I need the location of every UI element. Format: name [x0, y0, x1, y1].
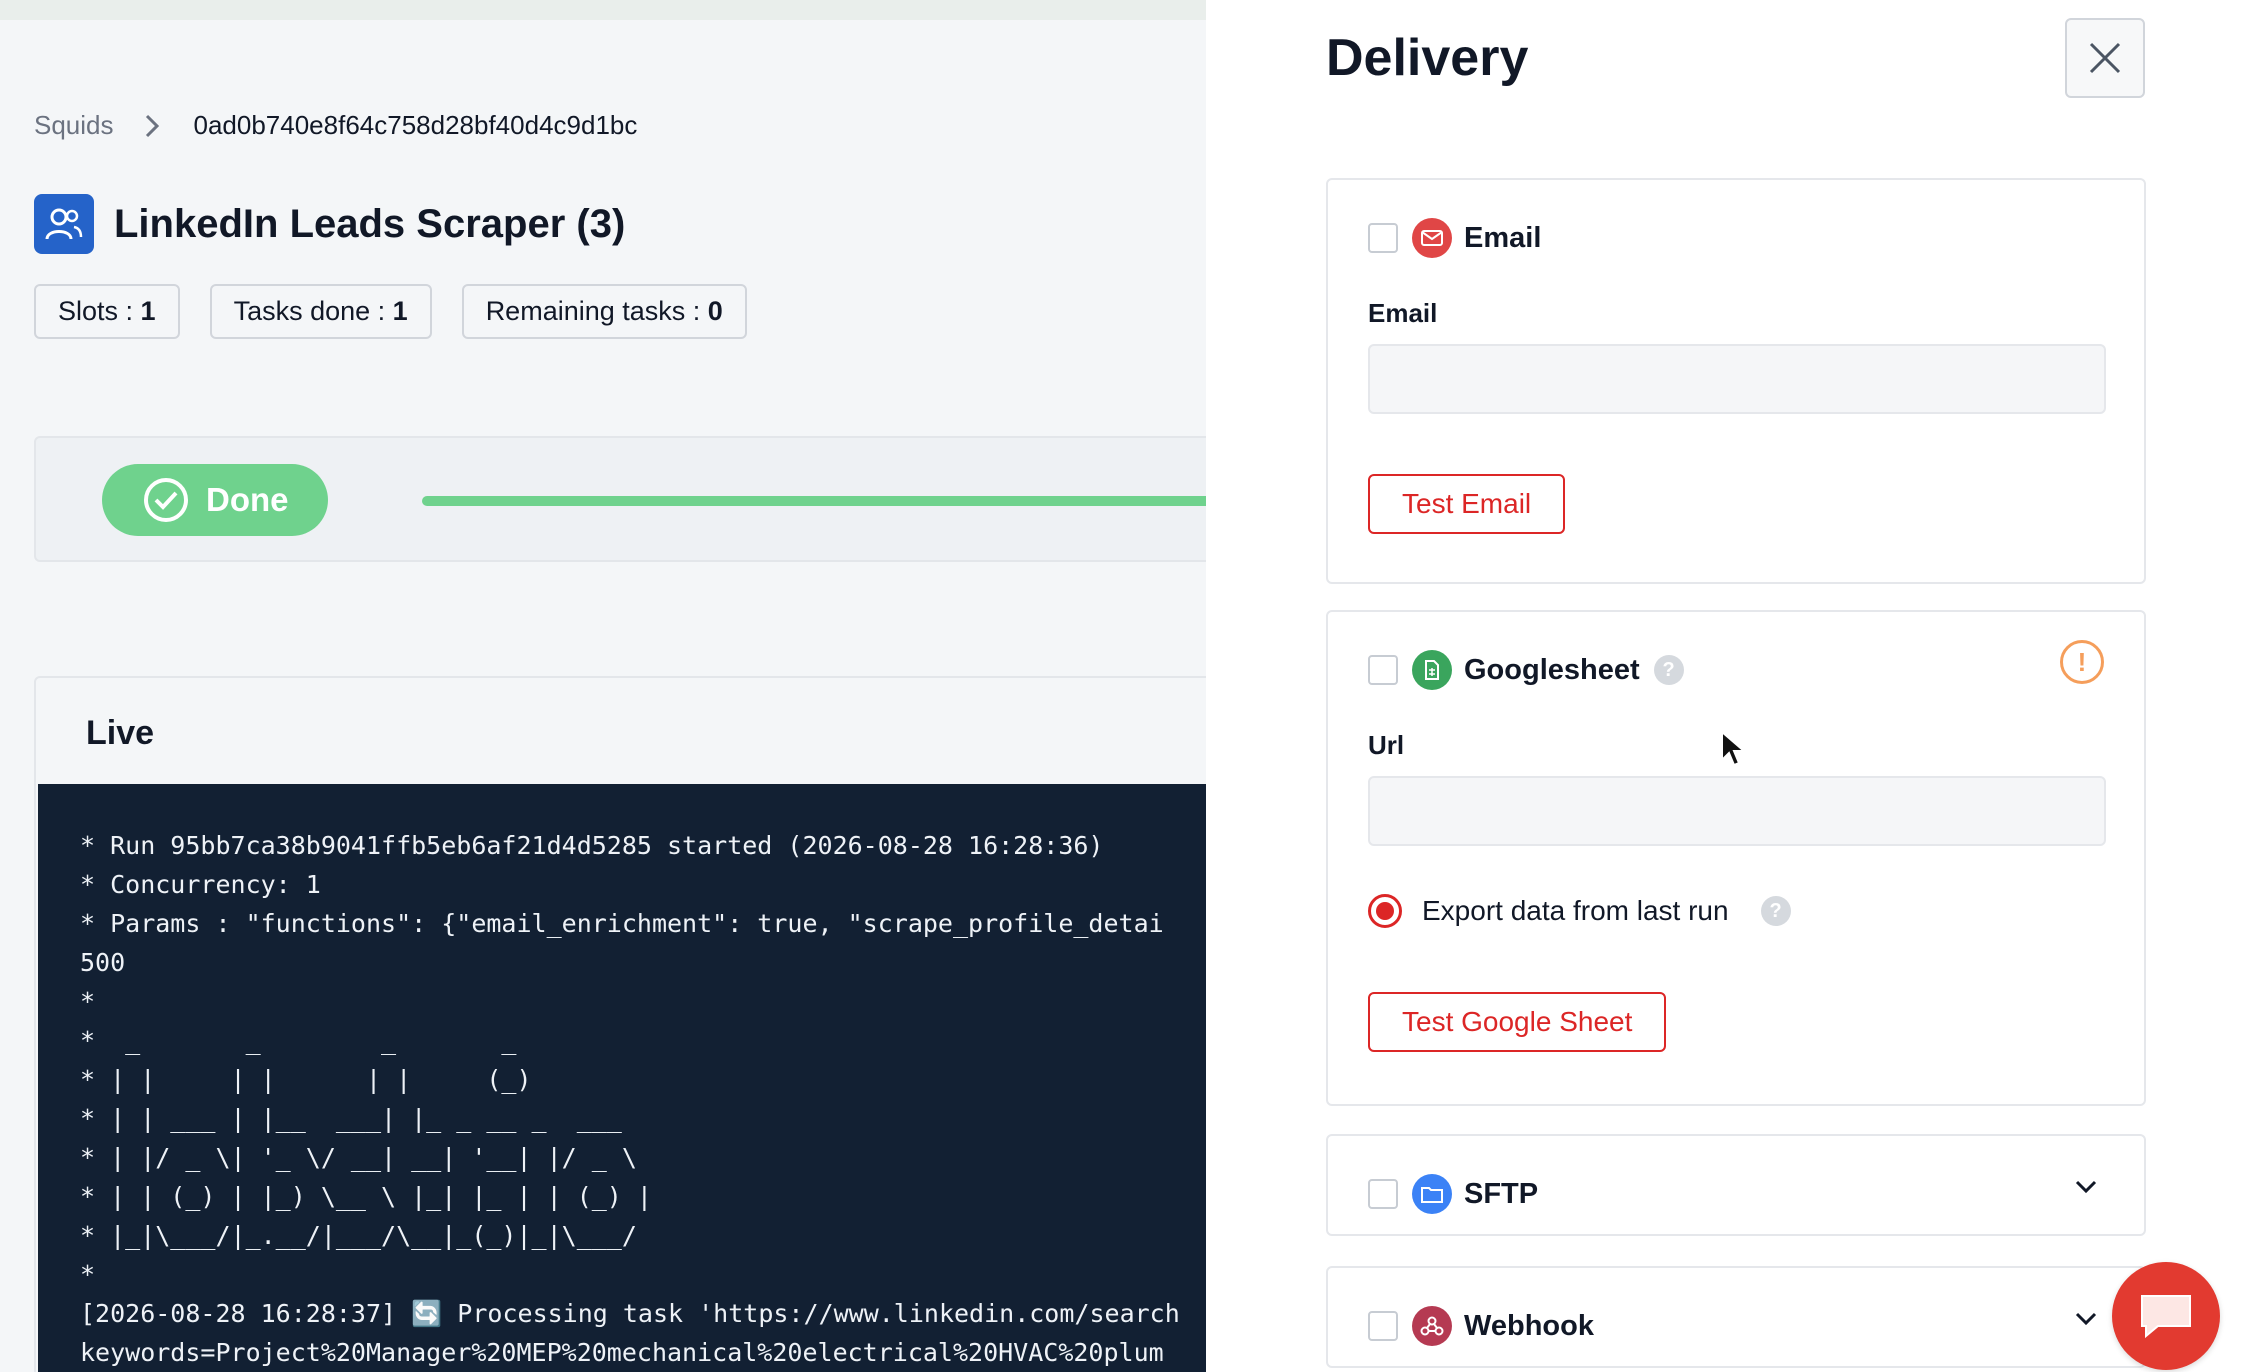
email-header: Email — [1368, 218, 1541, 258]
folder-icon — [1412, 1174, 1452, 1214]
mail-icon — [1412, 218, 1452, 258]
test-google-sheet-button[interactable]: Test Google Sheet — [1368, 992, 1667, 1052]
drawer-title: Delivery — [1326, 29, 1529, 87]
status-badge: Done — [102, 464, 328, 536]
check-circle-icon — [144, 478, 188, 522]
url-field[interactable] — [1368, 776, 2106, 846]
close-button[interactable] — [2065, 18, 2145, 98]
mouse-cursor-icon — [1721, 730, 1746, 767]
tasks-done-badge: Tasks done : 1 — [209, 284, 432, 339]
warning-icon[interactable]: ! — [2060, 640, 2104, 684]
slots-label: Slots : — [58, 296, 141, 326]
tasks-done-value: 1 — [392, 296, 408, 326]
chevron-down-icon[interactable] — [2074, 1306, 2098, 1330]
remaining-tasks-badge: Remaining tasks : 0 — [461, 284, 747, 339]
live-log-terminal[interactable]: * Run 95bb7ca38b9041ffb5eb6af21d4d5285 s… — [38, 784, 1232, 1372]
webhook-checkbox[interactable] — [1368, 1311, 1398, 1341]
main-page: Squids 0ad0b740e8f64c758d28bf40d4c9d1bc … — [0, 0, 1242, 1372]
email-field-label: Email — [1368, 298, 1438, 328]
sftp-checkbox[interactable] — [1368, 1179, 1398, 1209]
sftp-delivery-card[interactable]: SFTP — [1326, 1134, 2146, 1236]
delivery-drawer: Delivery Email Email Test Email Googlesh… — [1206, 0, 2248, 1372]
page-header: LinkedIn Leads Scraper (3) — [34, 194, 625, 254]
webhook-delivery-card[interactable]: Webhook — [1326, 1266, 2146, 1368]
tasks-done-label: Tasks done : — [233, 296, 393, 326]
run-status-card: Done — [34, 436, 1242, 562]
close-icon — [2089, 42, 2121, 74]
chevron-right-icon — [144, 113, 160, 139]
email-delivery-card: Email Email Test Email — [1326, 178, 2146, 584]
remaining-tasks-value: 0 — [707, 296, 723, 326]
spreadsheet-icon — [1412, 650, 1452, 690]
email-field[interactable] — [1368, 344, 2106, 414]
export-radio-label: Export data from last run — [1422, 895, 1729, 926]
webhook-service-label: Webhook — [1464, 1309, 1594, 1342]
stats-bar: Slots : 1 Tasks done : 1 Remaining tasks… — [34, 284, 747, 339]
progress-bar — [422, 496, 1242, 506]
chat-button[interactable] — [2112, 1262, 2220, 1370]
webhook-header: Webhook — [1368, 1306, 1594, 1346]
live-title: Live — [86, 714, 155, 752]
chevron-down-icon[interactable] — [2074, 1174, 2098, 1198]
sftp-header: SFTP — [1368, 1174, 1538, 1214]
live-panel: Live * Run 95bb7ca38b9041ffb5eb6af21d4d5… — [34, 676, 1234, 1372]
slots-value: 1 — [140, 296, 156, 326]
status-label: Done — [206, 481, 289, 518]
test-email-button[interactable]: Test Email — [1368, 474, 1566, 534]
help-icon[interactable]: ? — [1653, 655, 1684, 685]
googlesheet-service-label: Googlesheet — [1464, 653, 1640, 686]
remaining-tasks-label: Remaining tasks : — [485, 296, 708, 326]
top-bar — [0, 0, 1206, 20]
users-icon — [34, 194, 94, 254]
breadcrumb: Squids 0ad0b740e8f64c758d28bf40d4c9d1bc — [34, 110, 637, 141]
slots-badge: Slots : 1 — [34, 284, 180, 339]
breadcrumb-current: 0ad0b740e8f64c758d28bf40d4c9d1bc — [193, 110, 638, 140]
email-checkbox[interactable] — [1368, 223, 1398, 253]
email-service-label: Email — [1464, 221, 1542, 254]
sftp-service-label: SFTP — [1464, 1177, 1539, 1210]
export-radio[interactable] — [1368, 894, 1402, 928]
page-title: LinkedIn Leads Scraper (3) — [114, 201, 626, 246]
url-field-label: Url — [1368, 730, 1405, 760]
breadcrumb-root-link[interactable]: Squids — [34, 110, 114, 141]
help-icon[interactable]: ? — [1760, 896, 1791, 926]
chat-icon — [2141, 1295, 2191, 1339]
googlesheet-checkbox[interactable] — [1368, 655, 1398, 685]
webhook-icon — [1412, 1306, 1452, 1346]
export-option[interactable]: Export data from last run ? — [1368, 894, 1791, 928]
googlesheet-delivery-card: Googlesheet ? ! Url Export data from las… — [1326, 610, 2146, 1106]
googlesheet-header: Googlesheet ? — [1368, 650, 1684, 690]
